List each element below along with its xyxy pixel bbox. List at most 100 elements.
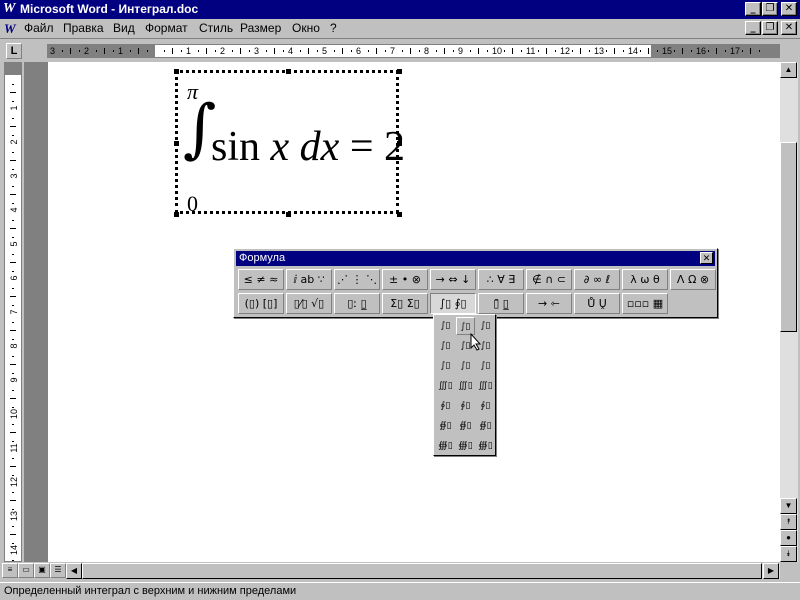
ruler-number: 7 xyxy=(9,309,19,315)
menu-format[interactable]: Формат xyxy=(145,21,188,36)
labeled-arrow-templates-button[interactable]: → ⇽ xyxy=(526,293,572,314)
resize-handle[interactable] xyxy=(397,212,402,217)
greek-uppercase-button[interactable]: Λ Ω ⊗ xyxy=(670,269,716,290)
greek-lowercase-button[interactable]: λ ω θ xyxy=(622,269,668,290)
vertical-ruler[interactable]: 123456789101112131415 xyxy=(4,62,22,562)
scroll-up-button[interactable]: ▲ xyxy=(780,62,797,78)
integral-template-option[interactable]: ∫▯ xyxy=(436,357,455,375)
equation-palette[interactable]: Формула ✕ ≤ ≠ ≈ ⅈ ab ∵ ⋰ ⋮ ⋱ ± • ⊗ → ⇔ ↓… xyxy=(233,248,718,318)
ruler-tick xyxy=(690,50,692,52)
integral-template-option[interactable]: ∯▯ xyxy=(476,417,495,435)
integral-template-option[interactable]: ∰▯ xyxy=(476,437,495,455)
document-icon[interactable]: W xyxy=(4,21,20,36)
word-icon[interactable]: W xyxy=(3,2,18,16)
integral-template-option[interactable]: ∭▯ xyxy=(456,377,475,395)
resize-handle[interactable] xyxy=(286,69,291,74)
embellishments-button[interactable]: ⋰ ⋮ ⋱ xyxy=(334,269,380,290)
vertical-scroll-thumb[interactable] xyxy=(780,142,797,332)
integral-template-option[interactable]: ∫▯ xyxy=(476,357,495,375)
ruler-number: 2 xyxy=(220,46,226,56)
integral-template-option[interactable]: ∰▯ xyxy=(456,437,475,455)
scroll-right-button[interactable]: ▶ xyxy=(763,563,779,579)
minimize-button[interactable]: _ xyxy=(745,2,761,16)
relational-symbols-button[interactable]: ≤ ≠ ≈ xyxy=(238,269,284,290)
ruler-tick xyxy=(248,50,250,52)
integral-template-option[interactable]: ∫▯ xyxy=(456,357,475,375)
fraction-radical-templates-button[interactable]: ▯⁄▯ √▯ xyxy=(286,293,332,314)
ruler-tick xyxy=(682,48,683,54)
integral-templates-button[interactable]: ∫▯ ∮▯ xyxy=(430,293,476,314)
web-view-button[interactable]: ▭ xyxy=(18,563,34,578)
menu-window[interactable]: Окно xyxy=(292,21,320,36)
subscript-superscript-templates-button[interactable]: ▯ː ▯̲ xyxy=(334,293,380,314)
ruler-number: 1 xyxy=(9,105,19,111)
resize-handle[interactable] xyxy=(174,212,179,217)
close-button[interactable]: ✕ xyxy=(781,2,797,16)
integral-template-option[interactable]: ∫▯ xyxy=(436,317,455,335)
miscellaneous-symbols-button[interactable]: ∂ ∞ ℓ xyxy=(574,269,620,290)
fence-templates-button[interactable]: (▯) [▯] xyxy=(238,293,284,314)
ruler-tick xyxy=(12,100,14,102)
ruler-tick xyxy=(452,50,454,52)
scroll-down-button[interactable]: ▼ xyxy=(780,498,797,514)
equation-object[interactable]: π ∫ 0 sin x dx = 2 xyxy=(174,69,405,217)
resize-handle[interactable] xyxy=(174,141,179,146)
logical-symbols-button[interactable]: ∴ ∀ ∃ xyxy=(478,269,524,290)
integral-template-option[interactable]: ∯▯ xyxy=(456,417,475,435)
menu-file[interactable]: Файл xyxy=(24,21,54,36)
restore-button[interactable]: ❐ xyxy=(762,2,778,16)
tab-selector[interactable]: L xyxy=(6,43,22,59)
underbar-overbar-templates-button[interactable]: ▯̄ ▯̲ xyxy=(478,293,524,314)
palette-close-button[interactable]: ✕ xyxy=(700,252,713,264)
horizontal-ruler[interactable]: 3 2 1 1 2 3 4 5 6 7 8 9 10 11 12 13 14 15 16 17 xyxy=(47,44,780,58)
page-view-button[interactable]: ▣ xyxy=(34,563,50,578)
resize-handle[interactable] xyxy=(174,69,179,74)
summation-templates-button[interactable]: Σ▯ Σ▯ xyxy=(382,293,428,314)
ruler-tick xyxy=(12,236,14,238)
horizontal-scroll-thumb[interactable] xyxy=(82,563,762,579)
doc-close-button[interactable]: ✕ xyxy=(781,21,797,35)
integral-template-option[interactable]: ∯▯ xyxy=(436,417,455,435)
integral-template-option[interactable]: ∰▯ xyxy=(436,437,455,455)
ruler-tick xyxy=(12,338,14,340)
matrix-templates-button[interactable]: ▫▫▫ ▦ xyxy=(622,293,668,314)
doc-minimize-button[interactable]: _ xyxy=(745,21,761,35)
vertical-scrollbar[interactable]: ▲ ▼ ⯭ ● ⯯ xyxy=(780,62,798,562)
resize-handle[interactable] xyxy=(397,69,402,74)
ruler-tick xyxy=(401,50,403,52)
ruler-tick xyxy=(12,474,14,476)
scroll-left-button[interactable]: ◀ xyxy=(66,563,82,579)
integral-template-option[interactable]: ∮▯ xyxy=(456,397,475,415)
menu-style[interactable]: Стиль xyxy=(199,21,233,36)
menu-view[interactable]: Вид xyxy=(113,21,135,36)
arrow-symbols-button[interactable]: → ⇔ ↓ xyxy=(430,269,476,290)
menu-edit[interactable]: Правка xyxy=(63,21,104,36)
resize-handle[interactable] xyxy=(286,212,291,217)
ruler-number: 1 xyxy=(118,46,124,56)
integral-templates-menu[interactable]: ∫▯ ∫▯ ∫▯ ∫▯ ∫▯ ∫▯ ∫▯ ∫▯ ∫▯ ∭▯ ∭▯ ∭▯ ∮▯ ∮▯ ∮▯ ∯▯ ∯▯ ∯▯ ∰▯ ∰▯… xyxy=(433,314,496,456)
ruler-number: 2 xyxy=(84,46,90,56)
top-margin-area xyxy=(5,63,21,75)
normal-view-button[interactable]: ≡ xyxy=(2,563,18,578)
integral-template-option[interactable]: ∮▯ xyxy=(476,397,495,415)
doc-restore-button[interactable]: ❐ xyxy=(762,21,778,35)
select-browse-object-button[interactable]: ● xyxy=(780,530,797,546)
outline-view-button[interactable]: ☰ xyxy=(50,563,66,578)
integral-template-option[interactable]: ∮▯ xyxy=(436,397,455,415)
horizontal-scrollbar[interactable]: ◀ ▶ xyxy=(66,563,780,579)
menu-size[interactable]: Размер xyxy=(240,21,281,36)
integral-template-option[interactable]: ∭▯ xyxy=(476,377,495,395)
ruler-number: 3 xyxy=(9,173,19,179)
prev-page-button[interactable]: ⯭ xyxy=(780,514,797,530)
palette-title-bar[interactable]: Формула ✕ xyxy=(236,251,715,266)
spaces-ellipses-button[interactable]: ⅈ ab ∵ xyxy=(286,269,332,290)
products-set-theory-templates-button[interactable]: Ů Ṷ xyxy=(574,293,620,314)
ruler-number: 6 xyxy=(356,46,362,56)
integral-template-option[interactable]: ∫▯ xyxy=(436,337,455,355)
operator-symbols-button[interactable]: ± • ⊗ xyxy=(382,269,428,290)
integral-template-option[interactable]: ∭▯ xyxy=(436,377,455,395)
menu-help[interactable]: ? xyxy=(330,21,337,36)
set-theory-symbols-button[interactable]: ∉ ∩ ⊂ xyxy=(526,269,572,290)
ruler-tick xyxy=(10,398,16,399)
next-page-button[interactable]: ⯯ xyxy=(780,546,797,562)
